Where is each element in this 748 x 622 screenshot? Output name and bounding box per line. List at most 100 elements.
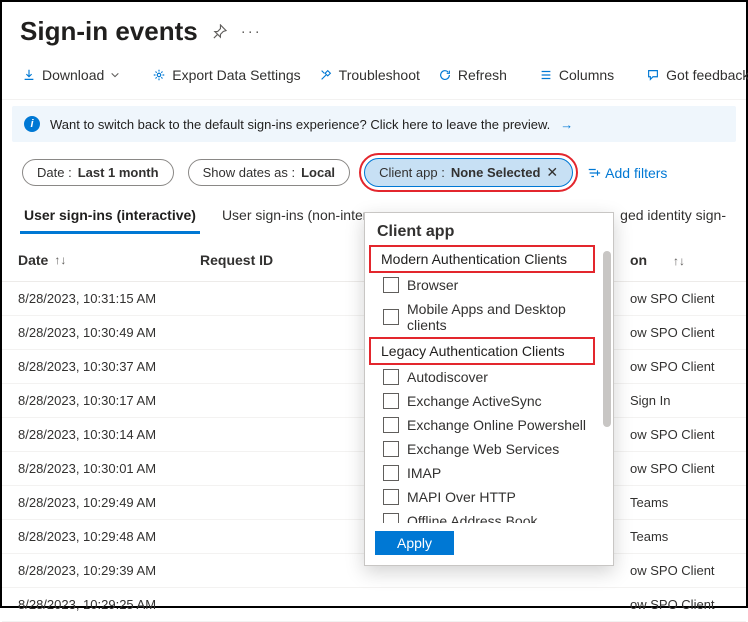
- cell-date: 8/28/2023, 10:30:37 AM: [18, 359, 200, 374]
- columns-icon: [539, 68, 553, 82]
- checkbox[interactable]: [383, 277, 399, 293]
- export-button[interactable]: Export Data Settings: [146, 63, 306, 87]
- filter-date-label: Date :: [37, 165, 72, 180]
- cell-date: 8/28/2023, 10:31:15 AM: [18, 291, 200, 306]
- add-filter-button[interactable]: Add filters: [587, 165, 667, 181]
- checkbox[interactable]: [383, 489, 399, 505]
- refresh-icon: [438, 68, 452, 82]
- cell-date: 8/28/2023, 10:30:14 AM: [18, 427, 200, 442]
- cell-date: 8/28/2023, 10:30:17 AM: [18, 393, 200, 408]
- download-label: Download: [42, 67, 104, 83]
- dropdown-item-label: IMAP: [407, 465, 441, 481]
- preview-infobar[interactable]: i Want to switch back to the default sig…: [12, 106, 736, 142]
- dropdown-item[interactable]: Offline Address Book: [365, 509, 599, 523]
- more-icon[interactable]: ···: [241, 23, 262, 40]
- filter-clientapp-label: Client app :: [379, 165, 445, 180]
- dropdown-item-label: Mobile Apps and Desktop clients: [407, 301, 589, 333]
- page-title: Sign-in events: [20, 16, 198, 47]
- cell-app: ow SPO Client: [630, 563, 730, 578]
- troubleshoot-button[interactable]: Troubleshoot: [313, 63, 426, 87]
- dropdown-title: Client app: [365, 213, 613, 245]
- column-app-label: on: [630, 252, 647, 268]
- sort-icon: ↑↓: [673, 254, 685, 268]
- dropdown-item[interactable]: Exchange Web Services: [365, 437, 599, 461]
- filter-showdates-label: Show dates as :: [203, 165, 296, 180]
- dropdown-item[interactable]: Exchange ActiveSync: [365, 389, 599, 413]
- checkbox[interactable]: [383, 441, 399, 457]
- cell-app: ow SPO Client: [630, 597, 730, 612]
- sort-icon: ↑↓: [54, 253, 66, 267]
- group-legacy-auth: Legacy Authentication Clients: [371, 339, 593, 363]
- dropdown-item[interactable]: Mobile Apps and Desktop clients: [365, 297, 599, 337]
- apply-button[interactable]: Apply: [375, 531, 454, 555]
- feedback-icon: [646, 68, 660, 82]
- checkbox[interactable]: [383, 465, 399, 481]
- tab-noninteractive[interactable]: User sign-ins (non-inter: [218, 201, 372, 234]
- dropdown-item[interactable]: Browser: [365, 273, 599, 297]
- dropdown-item[interactable]: MAPI Over HTTP: [365, 485, 599, 509]
- column-date-label: Date: [18, 252, 48, 268]
- download-icon: [22, 68, 36, 82]
- checkbox[interactable]: [383, 513, 399, 523]
- scrollbar[interactable]: [603, 251, 611, 427]
- columns-button[interactable]: Columns: [533, 63, 620, 87]
- filter-date[interactable]: Date : Last 1 month: [22, 159, 174, 186]
- info-icon: i: [24, 116, 40, 132]
- infobar-text: Want to switch back to the default sign-…: [50, 117, 550, 132]
- dropdown-item-label: Browser: [407, 277, 458, 293]
- dropdown-item[interactable]: IMAP: [365, 461, 599, 485]
- cell-date: 8/28/2023, 10:29:49 AM: [18, 495, 200, 510]
- download-button[interactable]: Download: [16, 63, 126, 87]
- refresh-button[interactable]: Refresh: [432, 63, 513, 87]
- cell-date: 8/28/2023, 10:29:25 AM: [18, 597, 200, 612]
- dropdown-item[interactable]: Exchange Online Powershell: [365, 413, 599, 437]
- clientapp-dropdown: Client app Modern Authentication Clients…: [364, 212, 614, 566]
- cell-app: Sign In: [630, 393, 730, 408]
- export-label: Export Data Settings: [172, 67, 300, 83]
- cell-app: ow SPO Client: [630, 359, 730, 374]
- gear-icon: [152, 68, 166, 82]
- column-request[interactable]: Request ID: [200, 252, 360, 268]
- cell-date: 8/28/2023, 10:30:49 AM: [18, 325, 200, 340]
- column-app[interactable]: on ↑↓: [630, 252, 730, 268]
- feedback-button[interactable]: Got feedback?: [640, 63, 748, 87]
- tab-managed-identity[interactable]: ged identity sign-: [616, 201, 730, 234]
- dropdown-item[interactable]: Autodiscover: [365, 365, 599, 389]
- arrow-right-icon: →: [560, 117, 573, 132]
- refresh-label: Refresh: [458, 67, 507, 83]
- columns-label: Columns: [559, 67, 614, 83]
- cell-app: ow SPO Client: [630, 461, 730, 476]
- table-row[interactable]: 8/28/2023, 10:29:25 AM ow SPO Client: [2, 588, 746, 622]
- tools-icon: [319, 68, 333, 82]
- add-filter-label: Add filters: [605, 165, 667, 181]
- add-filter-icon: [587, 166, 601, 180]
- column-date[interactable]: Date ↑↓: [18, 252, 200, 268]
- checkbox[interactable]: [383, 309, 399, 325]
- checkbox[interactable]: [383, 369, 399, 385]
- checkbox[interactable]: [383, 393, 399, 409]
- filter-date-value: Last 1 month: [78, 165, 159, 180]
- tab-interactive[interactable]: User sign-ins (interactive): [20, 201, 200, 234]
- cell-app: Teams: [630, 495, 730, 510]
- filter-showdates[interactable]: Show dates as : Local: [188, 159, 350, 186]
- cell-app: ow SPO Client: [630, 325, 730, 340]
- cell-app: Teams: [630, 529, 730, 544]
- dropdown-item-label: Exchange ActiveSync: [407, 393, 542, 409]
- pin-icon[interactable]: [212, 24, 227, 39]
- filter-clientapp[interactable]: Client app : None Selected ✕: [364, 158, 573, 187]
- dropdown-item-label: Exchange Web Services: [407, 441, 559, 457]
- group-modern-auth: Modern Authentication Clients: [371, 247, 593, 271]
- checkbox[interactable]: [383, 417, 399, 433]
- dropdown-item-label: Offline Address Book: [407, 513, 537, 523]
- cell-date: 8/28/2023, 10:29:48 AM: [18, 529, 200, 544]
- cell-date: 8/28/2023, 10:29:39 AM: [18, 563, 200, 578]
- close-icon[interactable]: ✕: [546, 164, 558, 181]
- chevron-down-icon: [110, 70, 120, 80]
- cell-app: ow SPO Client: [630, 427, 730, 442]
- filter-showdates-value: Local: [301, 165, 335, 180]
- cell-app: ow SPO Client: [630, 291, 730, 306]
- filter-clientapp-value: None Selected: [451, 165, 541, 180]
- cell-date: 8/28/2023, 10:30:01 AM: [18, 461, 200, 476]
- feedback-label: Got feedback?: [666, 67, 748, 83]
- troubleshoot-label: Troubleshoot: [339, 67, 420, 83]
